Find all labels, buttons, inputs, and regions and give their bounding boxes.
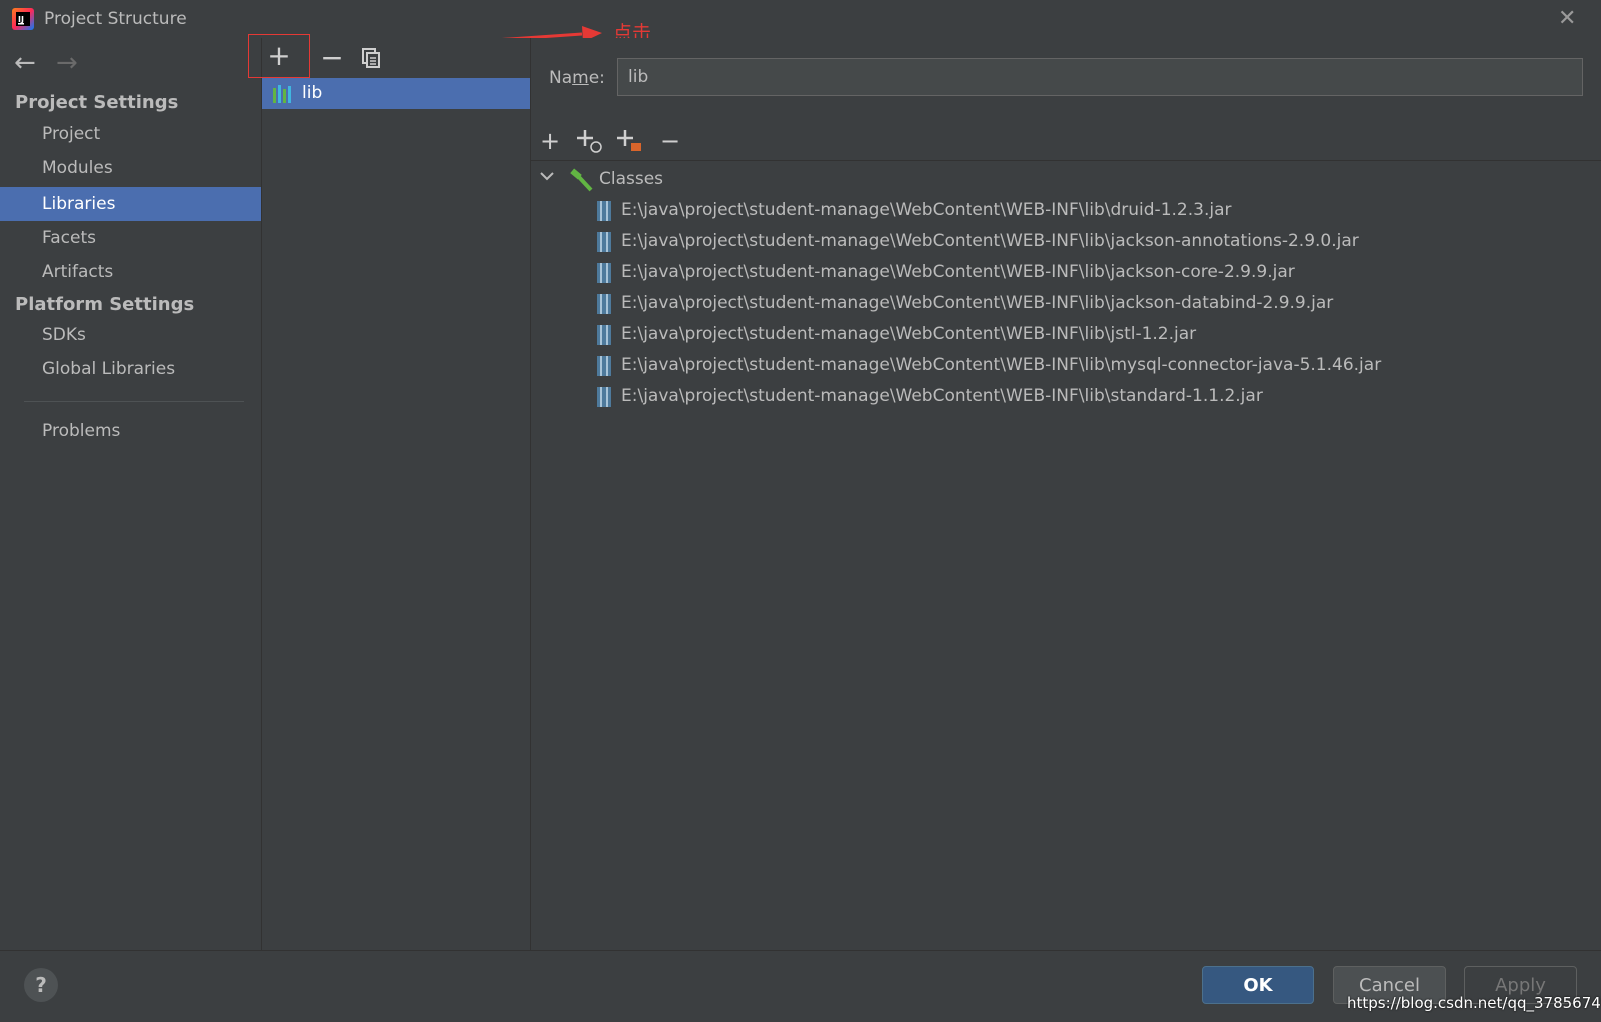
title-bar: IJ Project Structure ✕ [0, 0, 1601, 38]
jar-path: E:\java\project\student-manage\WebConten… [621, 386, 1263, 406]
platform-settings-heading: Platform Settings [15, 294, 195, 315]
hammer-icon [570, 168, 593, 192]
ok-button[interactable]: OK [1202, 966, 1314, 1004]
tree-node-label: Classes [599, 169, 664, 189]
remove-class-button[interactable]: − [653, 124, 687, 158]
sidebar-item-global-libraries[interactable]: Global Libraries [0, 352, 261, 386]
intellij-logo-icon: IJ [12, 8, 34, 30]
name-field[interactable] [617, 58, 1583, 96]
jar-icon [597, 387, 611, 407]
sidebar: ← → Project Settings Project Modules Lib… [0, 38, 262, 950]
name-label: Name: [549, 68, 605, 88]
sidebar-item-modules[interactable]: Modules [0, 151, 261, 185]
tree-divider [531, 160, 1601, 161]
sidebar-item-problems[interactable]: Problems [0, 414, 261, 448]
watermark-text: https://blog.csdn.net/qq_37856749 [1347, 994, 1601, 1012]
jar-icon [597, 201, 611, 221]
classes-toolbar: + − [531, 124, 1601, 160]
jar-path: E:\java\project\student-manage\WebConten… [621, 324, 1197, 344]
library-icon [273, 85, 291, 103]
sidebar-item-project[interactable]: Project [0, 117, 261, 151]
project-settings-heading: Project Settings [15, 92, 179, 113]
jar-path: E:\java\project\student-manage\WebConten… [621, 231, 1359, 251]
jar-path: E:\java\project\student-manage\WebConten… [621, 262, 1295, 282]
back-arrow-icon[interactable]: ← [14, 48, 36, 78]
copy-library-icon[interactable] [354, 40, 390, 76]
sidebar-item-artifacts[interactable]: Artifacts [0, 255, 261, 289]
window-title: Project Structure [44, 9, 187, 29]
library-list-panel: + − lib [248, 34, 531, 950]
chevron-down-icon[interactable] [539, 168, 555, 188]
sidebar-divider [24, 401, 244, 402]
forward-arrow-icon[interactable]: → [56, 48, 78, 78]
jar-path: E:\java\project\student-manage\WebConten… [621, 200, 1232, 220]
close-icon[interactable]: ✕ [1558, 6, 1576, 31]
footer-divider [0, 950, 1601, 951]
help-button[interactable]: ? [24, 968, 58, 1002]
add-url-button[interactable] [573, 124, 607, 158]
list-item-label: lib [302, 83, 323, 103]
add-library-button[interactable]: + [248, 34, 310, 78]
jar-icon [597, 263, 611, 283]
jar-icon [597, 356, 611, 376]
list-item[interactable]: lib [262, 78, 530, 109]
jar-path: E:\java\project\student-manage\WebConten… [621, 355, 1382, 375]
remove-library-button[interactable]: − [314, 40, 350, 76]
sidebar-item-sdks[interactable]: SDKs [0, 318, 261, 352]
add-folder-button[interactable] [613, 124, 647, 158]
jar-icon [597, 232, 611, 252]
sidebar-item-facets[interactable]: Facets [0, 221, 261, 255]
sidebar-item-libraries[interactable]: Libraries [0, 187, 261, 221]
library-details-panel: Name: + − [531, 38, 1601, 950]
jar-icon [597, 325, 611, 345]
jar-icon [597, 294, 611, 314]
jar-path: E:\java\project\student-manage\WebConten… [621, 293, 1334, 313]
library-list-toolbar: + − [248, 34, 530, 78]
svg-text:IJ: IJ [18, 15, 24, 24]
add-class-button[interactable]: + [533, 124, 567, 158]
